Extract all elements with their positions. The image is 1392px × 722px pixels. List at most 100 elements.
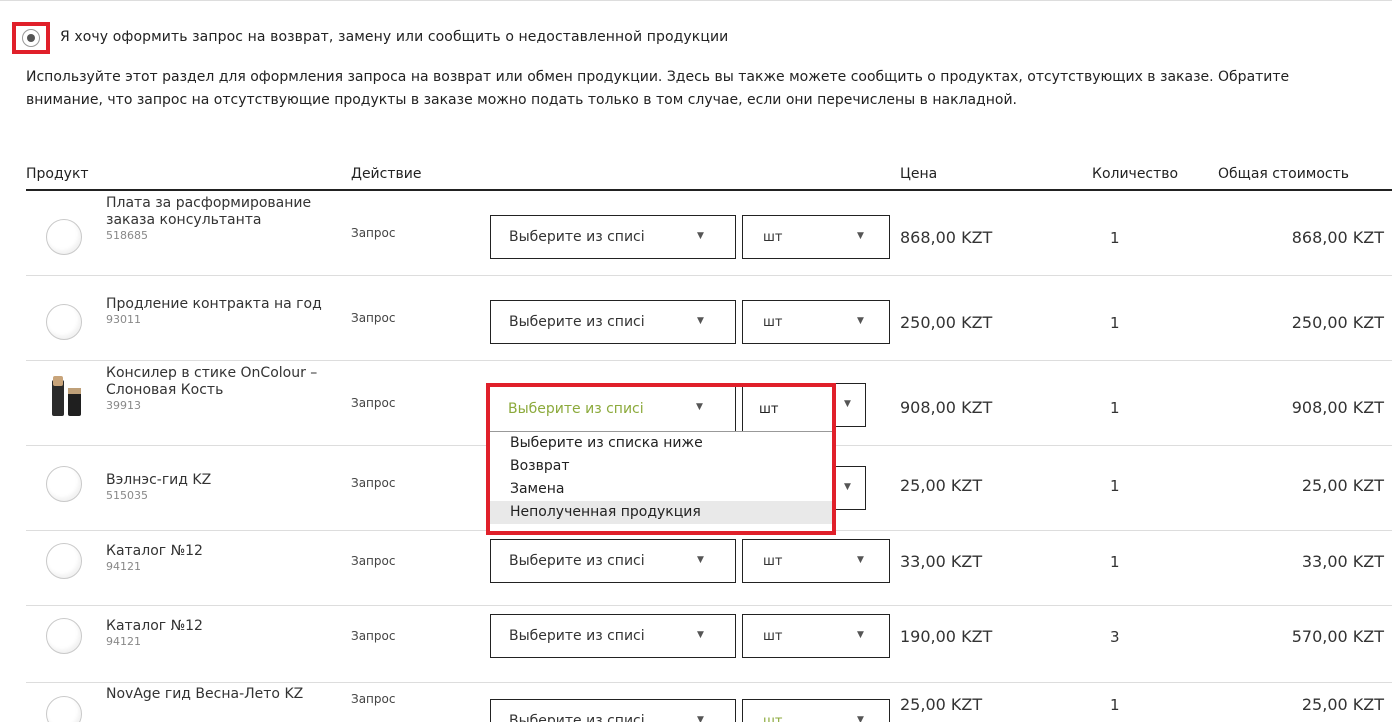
unit-select-value: шт: [763, 229, 783, 245]
product-name: Вэлнэс-гид KZ 515035: [106, 472, 346, 502]
quantity-value: 1: [1110, 696, 1120, 714]
action-select-value: Выберите из списі: [508, 401, 644, 417]
unit-select[interactable]: шт: [742, 387, 834, 431]
return-request-label[interactable]: Я хочу оформить запрос на возврат, замен…: [60, 29, 728, 45]
table-row: Продление контракта на год 93011 Запрос В…: [26, 276, 1392, 361]
quantity-value: 1: [1110, 399, 1120, 417]
action-select-value: Выберите из списі: [509, 229, 645, 245]
top-divider: [0, 0, 1392, 6]
option-not-received[interactable]: Неполученная продукция: [490, 501, 832, 524]
total-value: 250,00 KZT: [1291, 313, 1384, 332]
header-price: Цена: [900, 166, 938, 182]
return-request-radio[interactable]: [22, 29, 40, 47]
product-name-text: NovAge гид Весна-Лето KZ: [106, 686, 304, 702]
action-select-value: Выберите из списі: [509, 628, 645, 644]
option-replace[interactable]: Замена: [490, 478, 832, 501]
chevron-down-icon: ▼: [844, 399, 851, 409]
action-text: Запрос: [351, 396, 396, 410]
product-code: 39913: [106, 399, 141, 412]
header-action: Действие: [351, 166, 422, 182]
product-name-text: Продление контракта на год: [106, 296, 322, 312]
row-select-radio[interactable]: [46, 219, 82, 255]
product-name-text: Плата за расформирование заказа консульт…: [106, 195, 312, 228]
radio-dot-icon: [27, 34, 35, 42]
product-name: Каталог №12 94121: [106, 618, 346, 648]
product-name: NovAge гид Весна-Лето KZ: [106, 686, 346, 703]
price-value: 25,00 KZT: [900, 476, 983, 495]
chevron-down-icon: ▼: [697, 715, 704, 722]
row-select-radio[interactable]: [46, 618, 82, 654]
unit-select[interactable]: шт ▼: [742, 699, 890, 722]
row-select-radio[interactable]: [46, 543, 82, 579]
total-value: 25,00 KZT: [1301, 695, 1384, 714]
product-name: Консилер в стике OnColour – Слоновая Кос…: [106, 365, 346, 412]
chevron-down-icon: ▼: [857, 630, 864, 640]
header-total: Общая стоимость: [1218, 166, 1350, 182]
action-select[interactable]: Выберите из списі ▼: [490, 539, 736, 583]
unit-select[interactable]: шт ▼: [742, 300, 890, 344]
unit-select-value: шт: [763, 553, 783, 569]
action-text: Запрос: [351, 311, 396, 325]
quantity-value: 1: [1110, 314, 1120, 332]
unit-select[interactable]: шт ▼: [742, 614, 890, 658]
row-select-radio[interactable]: [46, 466, 82, 502]
price-value: 25,00 KZT: [900, 695, 983, 714]
row-select-radio[interactable]: [46, 696, 82, 722]
action-select[interactable]: Выберите из списі ▼: [490, 300, 736, 344]
chevron-down-icon: ▼: [857, 316, 864, 326]
dropdown-options: Выберите из списка ниже Возврат Замена Н…: [490, 431, 832, 524]
unit-select-value: шт: [759, 401, 779, 417]
header-quantity: Количество: [1092, 166, 1179, 182]
action-text: Запрос: [351, 554, 396, 568]
unit-select[interactable]: шт ▼: [742, 215, 890, 259]
option-choose-from-list[interactable]: Выберите из списка ниже: [490, 432, 832, 455]
chevron-down-icon: ▼: [697, 630, 704, 640]
product-name-text: Каталог №12: [106, 543, 203, 559]
action-text: Запрос: [351, 226, 396, 240]
quantity-value: 1: [1110, 477, 1120, 495]
unit-select-value: шт: [763, 628, 783, 644]
product-code: 94121: [106, 635, 141, 648]
action-select[interactable]: Выберите из списі ▼: [490, 215, 736, 259]
option-return[interactable]: Возврат: [490, 455, 832, 478]
table-row: Плата за расформирование заказа консульт…: [26, 191, 1392, 276]
unit-select[interactable]: шт ▼: [742, 539, 890, 583]
row-select-radio[interactable]: [46, 304, 82, 340]
product-name-text: Консилер в стике OnColour – Слоновая Кос…: [106, 365, 318, 398]
action-text: Запрос: [351, 476, 396, 490]
total-value: 908,00 KZT: [1291, 398, 1384, 417]
return-request-radio-highlight: [12, 22, 50, 54]
action-text: Запрос: [351, 629, 396, 643]
unit-select-partial[interactable]: ▼: [836, 466, 866, 510]
total-value: 33,00 KZT: [1301, 552, 1384, 571]
price-value: 908,00 KZT: [900, 398, 993, 417]
quantity-value: 3: [1110, 628, 1120, 646]
concealer-product-image: [52, 376, 81, 416]
chevron-down-icon: ▼: [844, 482, 851, 492]
product-name: Продление контракта на год 93011: [106, 296, 346, 326]
header-product: Продукт: [26, 166, 89, 182]
quantity-value: 1: [1110, 553, 1120, 571]
chevron-down-icon: ▼: [857, 231, 864, 241]
action-select[interactable]: Выберите из списі ▼: [490, 699, 736, 722]
product-code: 515035: [106, 489, 148, 502]
chevron-down-icon: ▼: [697, 555, 704, 565]
action-select-value: Выберите из списі: [509, 553, 645, 569]
intro-text: Используйте этот раздел для оформления з…: [26, 69, 1290, 108]
action-select[interactable]: Выберите из списі ▼: [490, 614, 736, 658]
unit-select-partial[interactable]: ▼: [836, 383, 866, 427]
chevron-down-icon: ▼: [857, 715, 864, 722]
action-select-value: Выберите из списі: [509, 314, 645, 330]
quantity-value: 1: [1110, 229, 1120, 247]
product-name-text: Каталог №12: [106, 618, 203, 634]
table-row: NovAge гид Весна-Лето KZ Запрос Выберите…: [26, 658, 1392, 722]
unit-select-value: шт: [763, 314, 783, 330]
action-select[interactable]: Выберите из списі ▼: [490, 387, 736, 431]
product-code: 94121: [106, 560, 141, 573]
price-value: 868,00 KZT: [900, 228, 993, 247]
product-name-text: Вэлнэс-гид KZ: [106, 472, 212, 488]
unit-select-value: шт: [763, 713, 783, 722]
product-name: Плата за расформирование заказа консульт…: [106, 195, 346, 242]
product-name: Каталог №12 94121: [106, 543, 346, 573]
chevron-down-icon: ▼: [697, 231, 704, 241]
